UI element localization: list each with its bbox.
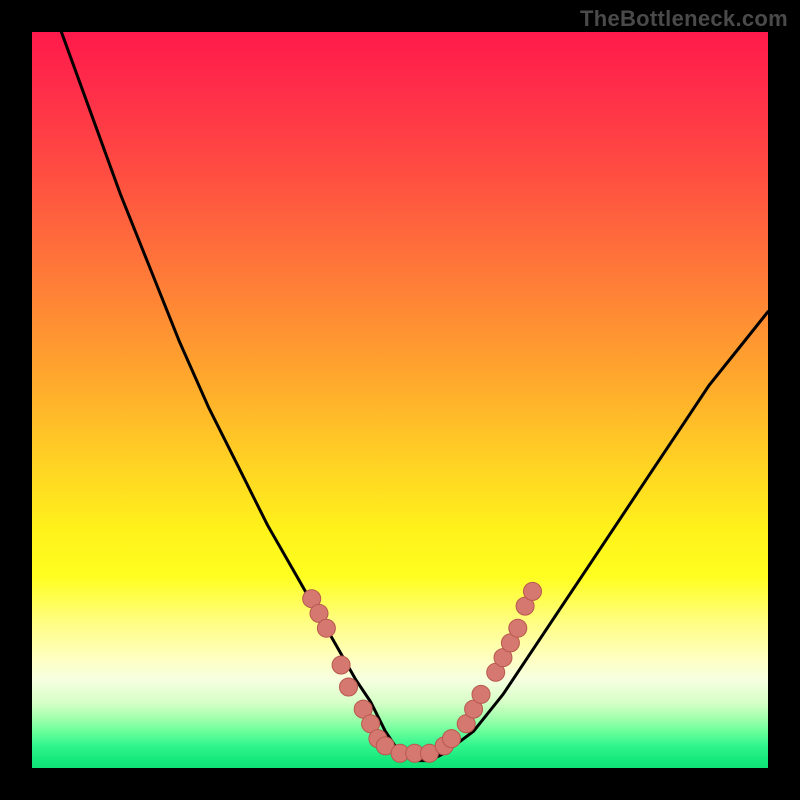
bottleneck-curve	[61, 32, 768, 761]
data-marker	[317, 619, 335, 637]
chart-frame: TheBottleneck.com	[0, 0, 800, 800]
data-marker	[332, 656, 350, 674]
marker-group	[303, 582, 542, 762]
data-marker	[340, 678, 358, 696]
data-marker	[524, 582, 542, 600]
data-marker	[443, 730, 461, 748]
watermark-text: TheBottleneck.com	[580, 6, 788, 32]
plot-area	[32, 32, 768, 768]
data-marker	[509, 619, 527, 637]
chart-svg	[32, 32, 768, 768]
data-marker	[472, 685, 490, 703]
